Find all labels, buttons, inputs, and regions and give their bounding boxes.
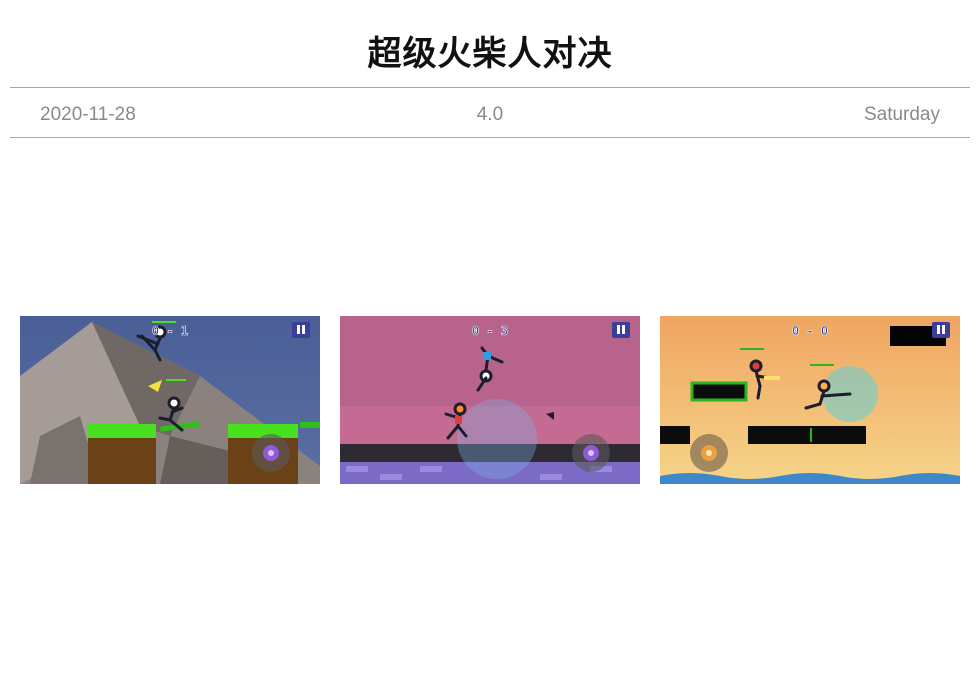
score-display: 0 - 3 [472, 324, 508, 338]
screenshot-3-scene: 0 - 0 [660, 316, 960, 484]
joystick-icon[interactable] [690, 434, 728, 472]
game-screenshot-1[interactable]: 0 - 1 [20, 316, 320, 484]
game-screenshot-3[interactable]: 0 - 0 [660, 316, 960, 484]
header-divider-top [10, 87, 970, 88]
page-title: 超级火柴人对决 [367, 34, 613, 74]
header-divider-bottom [10, 137, 970, 138]
score-display: 0 - 1 [152, 324, 188, 338]
rating-value: 4.0 [476, 104, 504, 125]
weekday-label: Saturday [863, 104, 940, 125]
pause-icon[interactable] [612, 322, 630, 338]
joystick-icon[interactable] [252, 434, 290, 472]
screenshot-1-scene: 0 - 1 [20, 316, 320, 484]
joystick-icon[interactable] [572, 434, 610, 472]
pause-icon[interactable] [932, 322, 950, 338]
pause-icon[interactable] [292, 322, 310, 338]
game-screenshot-2[interactable]: 0 - 3 [340, 316, 640, 484]
score-display: 0 - 0 [792, 324, 828, 338]
screenshot-2-scene: 0 - 3 [340, 316, 640, 484]
